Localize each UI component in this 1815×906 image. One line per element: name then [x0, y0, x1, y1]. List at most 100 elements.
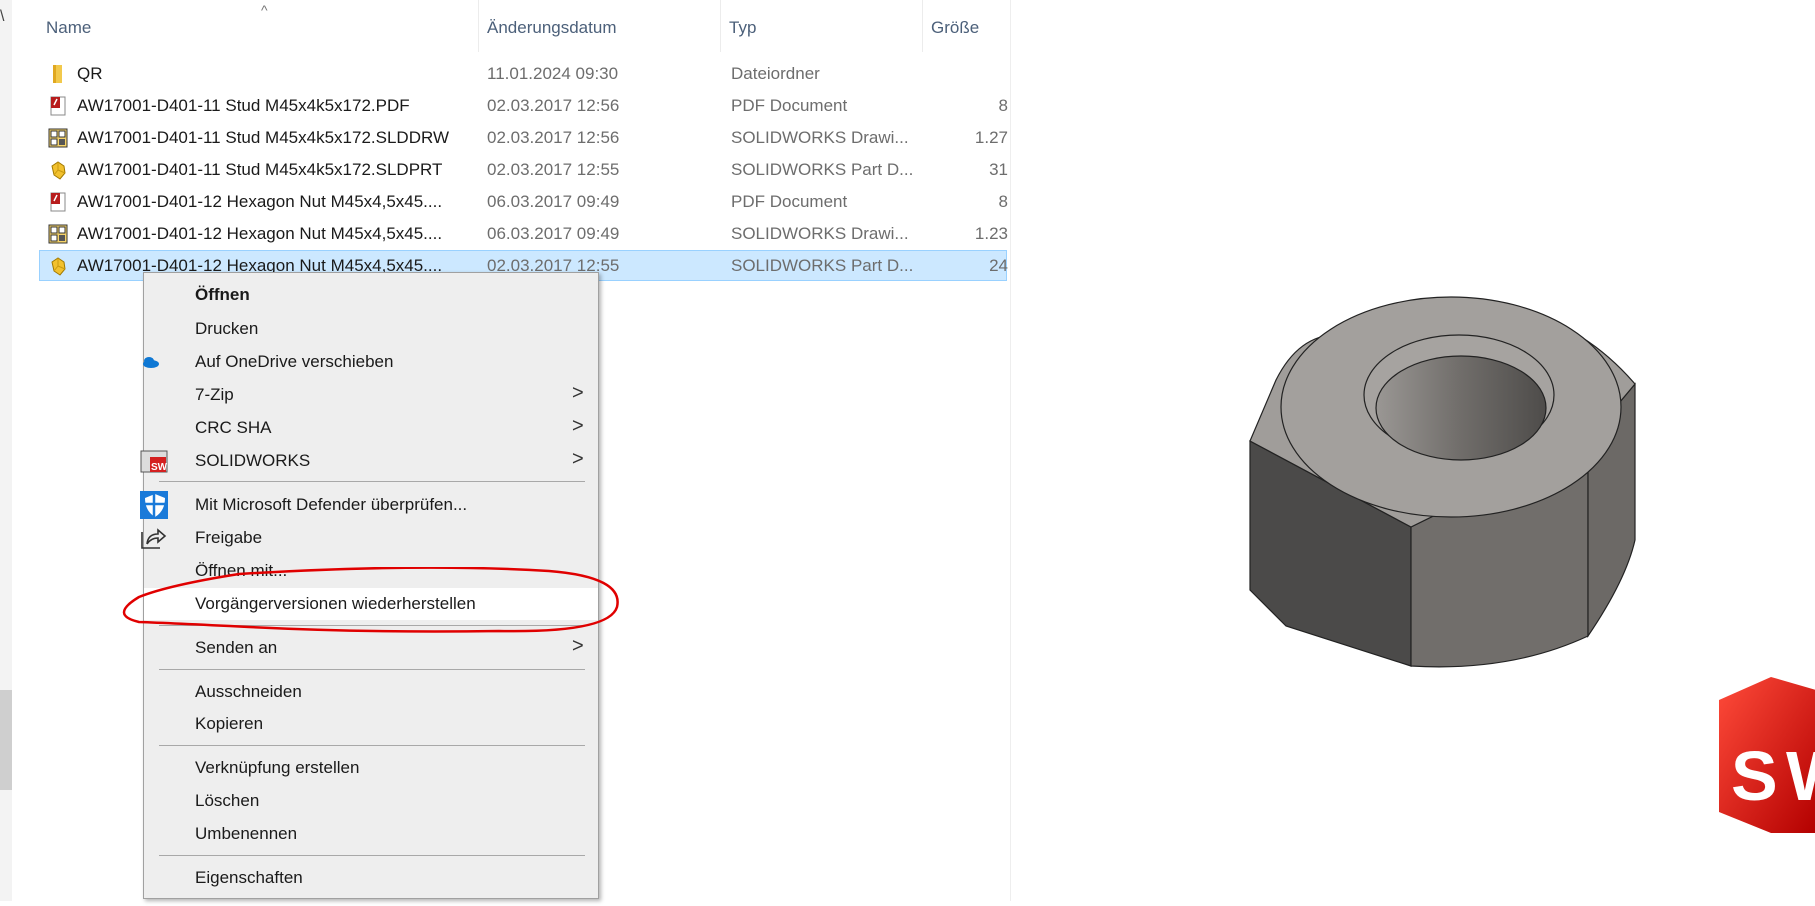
menu-separator: [159, 745, 585, 746]
menu-item-solidworks[interactable]: SW SOLIDWORKS >: [140, 445, 598, 477]
menu-label: Vorgängerversionen wiederherstellen: [195, 594, 476, 613]
menu-label: Öffnen mit...: [195, 561, 288, 580]
menu-item-print[interactable]: Drucken: [144, 313, 598, 345]
menu-item-open-with[interactable]: Öffnen mit...: [144, 555, 598, 587]
menu-label: Umbenennen: [195, 824, 298, 843]
menu-label: Drucken: [195, 319, 259, 338]
pdf-icon: [48, 192, 68, 212]
file-size: 8: [998, 192, 1008, 211]
menu-label: SOLIDWORKS: [195, 451, 311, 470]
onedrive-cloud-icon: [143, 357, 159, 368]
menu-label: 7-Zip: [195, 385, 234, 404]
file-date: 02.03.2017 12:56: [487, 96, 620, 115]
hexagon-nut-preview: S W: [1249, 296, 1815, 833]
share-icon: [141, 528, 167, 549]
solidworks-folder-icon: SW: [140, 450, 168, 473]
menu-separator: [159, 669, 585, 670]
svg-text:W: W: [1786, 737, 1815, 815]
file-row[interactable]: AW17001-D401-11 Stud M45x4k5x172.SLDDRW …: [39, 122, 1008, 153]
column-size[interactable]: Größe: [922, 0, 1010, 52]
svg-text:SW: SW: [151, 462, 168, 473]
menu-label: Verknüpfung erstellen: [195, 758, 360, 777]
solidworks-logo: S W: [1719, 677, 1815, 833]
menu-label: Eigenschaften: [195, 868, 303, 887]
menu-label: Löschen: [195, 791, 260, 810]
menu-item-defender[interactable]: Mit Microsoft Defender überprüfen...: [140, 489, 598, 521]
file-name: AW17001-D401-12 Hexagon Nut M45x4,5x45..…: [77, 192, 443, 211]
column-header: ^ Name Änderungsdatum Typ Größe: [12, 0, 1010, 52]
menu-separator: [159, 855, 585, 856]
defender-shield-icon: [140, 491, 168, 519]
column-name[interactable]: Name: [38, 0, 478, 52]
menu-separator: [159, 625, 585, 626]
solidworks-drawing-icon: [48, 128, 68, 148]
file-type: SOLIDWORKS Part D...: [731, 160, 914, 179]
menu-item-cut[interactable]: Ausschneiden: [144, 676, 598, 708]
menu-label: Senden an: [195, 638, 278, 657]
column-date[interactable]: Änderungsdatum: [478, 0, 720, 52]
file-date: 06.03.2017 09:49: [487, 224, 620, 243]
file-type: Dateiordner: [731, 64, 820, 83]
menu-label: Auf OneDrive verschieben: [195, 352, 394, 371]
file-row[interactable]: QR 11.01.2024 09:30 Dateiordner: [39, 58, 1007, 89]
chevron-right-icon: >: [572, 635, 584, 657]
menu-item-share[interactable]: Freigabe: [141, 522, 598, 554]
menu-item-restore-previous-versions[interactable]: Vorgängerversionen wiederherstellen: [144, 588, 598, 620]
menu-item-7zip[interactable]: 7-Zip >: [144, 379, 598, 411]
preview-pane: S W: [1010, 0, 1815, 901]
menu-item-crc-sha[interactable]: CRC SHA >: [144, 412, 598, 444]
menu-item-open[interactable]: Öffnen: [144, 279, 598, 311]
file-row[interactable]: AW17001-D401-12 Hexagon Nut M45x4,5x45..…: [39, 186, 1008, 217]
chevron-right-icon: >: [572, 415, 584, 437]
menu-label: Kopieren: [195, 714, 264, 733]
column-type[interactable]: Typ: [720, 0, 922, 52]
file-size: 8: [998, 96, 1008, 115]
file-date: 02.03.2017 12:56: [487, 128, 620, 147]
context-menu: Öffnen Drucken Auf OneDrive verschieben …: [140, 272, 599, 899]
menu-item-send-to[interactable]: Senden an >: [144, 632, 598, 664]
pdf-icon: [48, 96, 68, 116]
scrollbar-thumb[interactable]: [0, 690, 12, 790]
menu-item-copy[interactable]: Kopieren: [144, 708, 598, 740]
file-name: QR: [77, 64, 103, 83]
file-name: AW17001-D401-12 Hexagon Nut M45x4,5x45..…: [77, 224, 443, 243]
menu-label: Öffnen: [195, 285, 250, 304]
file-row[interactable]: AW17001-D401-11 Stud M45x4k5x172.SLDPRT …: [39, 154, 1008, 185]
file-type: PDF Document: [731, 96, 848, 115]
menu-item-onedrive[interactable]: Auf OneDrive verschieben: [143, 346, 598, 378]
scroll-arrow-icon: \: [0, 8, 5, 25]
file-size: 1.27: [974, 128, 1008, 147]
file-type: SOLIDWORKS Drawi...: [731, 128, 909, 147]
file-type: SOLIDWORKS Drawi...: [731, 224, 909, 243]
file-size: 31: [989, 160, 1008, 179]
menu-item-delete[interactable]: Löschen: [144, 785, 598, 817]
chevron-right-icon: >: [572, 448, 584, 470]
file-size: 1.23: [974, 224, 1008, 243]
file-date: 11.01.2024 09:30: [487, 64, 619, 83]
menu-label: Ausschneiden: [195, 682, 302, 701]
menu-label: Freigabe: [195, 528, 263, 547]
menu-separator: [159, 481, 585, 482]
menu-item-properties[interactable]: Eigenschaften: [144, 862, 598, 894]
file-type: PDF Document: [731, 192, 848, 211]
solidworks-part-icon: [48, 256, 68, 276]
solidworks-drawing-icon: [48, 224, 68, 244]
file-name: AW17001-D401-11 Stud M45x4k5x172.SLDPRT: [77, 160, 443, 179]
menu-item-rename[interactable]: Umbenennen: [144, 818, 598, 850]
svg-text:S: S: [1731, 737, 1778, 815]
chevron-right-icon: >: [572, 382, 584, 404]
file-date: 06.03.2017 09:49: [487, 192, 620, 211]
file-name: AW17001-D401-11 Stud M45x4k5x172.PDF: [77, 96, 410, 115]
file-row[interactable]: AW17001-D401-11 Stud M45x4k5x172.PDF 02.…: [39, 90, 1008, 121]
file-type: SOLIDWORKS Part D...: [731, 256, 914, 275]
folder-icon: [48, 64, 68, 84]
file-name: AW17001-D401-11 Stud M45x4k5x172.SLDDRW: [77, 128, 449, 147]
file-size: 24: [989, 256, 1008, 275]
menu-item-create-shortcut[interactable]: Verknüpfung erstellen: [144, 752, 598, 784]
menu-label: CRC SHA: [195, 418, 272, 437]
menu-label: Mit Microsoft Defender überprüfen...: [195, 495, 468, 514]
file-row[interactable]: AW17001-D401-12 Hexagon Nut M45x4,5x45..…: [39, 218, 1008, 249]
navigation-pane-scrollbar[interactable]: \: [0, 0, 12, 901]
solidworks-part-icon: [48, 160, 68, 180]
file-date: 02.03.2017 12:55: [487, 160, 620, 179]
